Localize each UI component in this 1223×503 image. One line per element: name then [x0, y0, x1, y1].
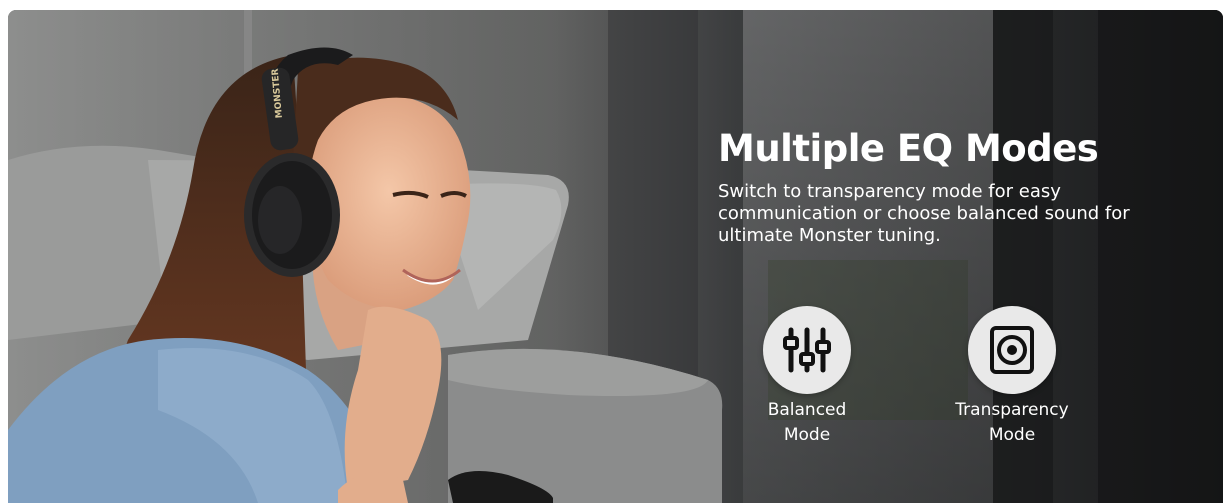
feature-headline: Multiple EQ Modes — [718, 127, 1099, 170]
feature-copy: Multiple EQ Modes Switch to transparency… — [718, 127, 1188, 247]
balanced-mode-feature: Balanced Mode — [727, 306, 887, 448]
balanced-mode-label-line1: Balanced — [767, 400, 847, 420]
feature-description: Switch to transparency mode for easy com… — [718, 181, 1130, 246]
transparency-mode-feature: Transparency Mode — [932, 306, 1092, 448]
sliders-icon — [763, 306, 851, 394]
speaker-icon — [968, 306, 1056, 394]
eq-modes-banner: MONSTER Multiple EQ Modes Switch to tran… — [8, 10, 1223, 503]
transparency-mode-label-line1: Transparency — [955, 400, 1069, 420]
transparency-mode-label-line2: Mode — [988, 425, 1036, 445]
balanced-mode-label-line2: Mode — [783, 425, 831, 445]
